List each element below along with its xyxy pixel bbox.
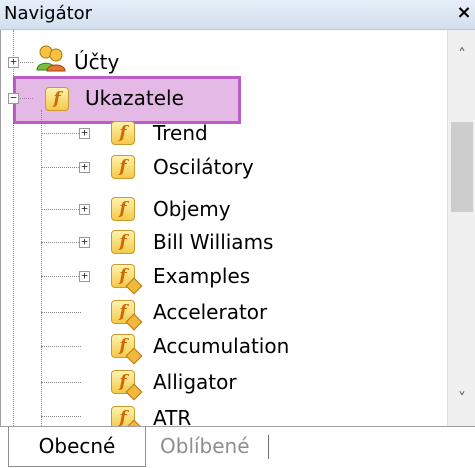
scrollbar-thumb[interactable] [451,122,473,212]
navigator-tree: + Účty − f Ukazatele + f Trend + f Oscil… [1,30,447,426]
tree-guide-line [41,167,81,168]
tree-guide-line [41,346,81,347]
collapse-toggle[interactable]: − [8,92,19,104]
tree-guide-line [41,382,81,383]
custom-indicator-icon: f [111,370,143,401]
expand-toggle[interactable]: + [79,161,90,173]
expand-toggle[interactable]: + [8,56,19,68]
tree-item-label: Ukazatele [85,86,184,110]
navigator-title-bar: Navigátor × [0,0,475,30]
navigator-title: Navigátor [4,3,93,24]
function-folder-icon: f [111,230,135,254]
expand-toggle[interactable]: + [79,236,90,248]
tree-guide-line [41,416,81,417]
tab-favorites[interactable]: Oblíbené [160,427,250,467]
tree-guide-line [41,110,42,426]
function-folder-icon: f [45,87,69,111]
scroll-up-arrow-icon[interactable]: ˄ [448,40,475,70]
custom-indicator-folder-icon: f [111,264,143,295]
tree-item-label: Accelerator [153,300,268,324]
expand-toggle[interactable]: + [79,270,90,282]
accounts-icon [36,45,66,72]
tree-item-label: Alligator [153,370,237,394]
tab-common[interactable]: Obecné [8,427,146,467]
tree-guide-line [41,312,81,313]
tree-guide-line [41,242,81,243]
tree-guide-line [41,209,81,210]
tree-item-label: Oscilátory [153,155,254,179]
tree-item-label: Účty [74,50,120,74]
tree-guide-line [41,276,81,277]
tree-guide-line [41,133,81,134]
navigator-panel: + Účty − f Ukazatele + f Trend + f Oscil… [0,30,475,426]
tree-item-label: Trend [153,121,208,145]
tab-separator [268,435,269,459]
vertical-scrollbar[interactable]: ˄ ˅ [447,30,475,426]
function-folder-icon: f [111,121,135,145]
tree-item-label: Objemy [153,197,231,221]
tree-item-label: ATR [153,406,192,426]
function-folder-icon: f [111,197,135,221]
tree-item-label: Examples [153,264,251,288]
tree-item-label: Bill Williams [153,230,274,254]
custom-indicator-icon: f [111,300,143,331]
custom-indicator-icon: f [111,406,143,426]
function-folder-icon: f [111,155,135,179]
navigator-tab-bar: Obecné Oblíbené [0,426,475,468]
tree-item-label: Accumulation [153,334,290,358]
close-button[interactable]: × [455,2,473,24]
expand-toggle[interactable]: + [79,127,90,139]
expand-toggle[interactable]: + [79,203,90,215]
scroll-down-arrow-icon[interactable]: ˅ [448,384,475,414]
custom-indicator-icon: f [111,334,143,365]
